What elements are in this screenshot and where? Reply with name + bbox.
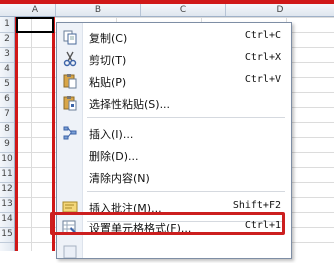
row-header[interactable]: 9 (0, 137, 14, 153)
menu-item-label: 清除内容(N) (89, 172, 150, 185)
row-header[interactable]: 5 (0, 77, 14, 93)
row-header[interactable]: 3 (0, 47, 14, 63)
cut-icon (63, 51, 77, 67)
highlight-annotation (50, 212, 285, 235)
row-header[interactable]: 1 (0, 17, 14, 33)
menu-item-shortcut: Ctrl+X (244, 52, 281, 63)
menu-item-label: 剪切(T) (89, 54, 127, 67)
insert-icon (63, 126, 77, 140)
column-header-bar: A B C D (0, 4, 334, 17)
menu-item-delete[interactable]: 删除(D)... (57, 144, 291, 166)
menu-item-label: 删除(D)... (89, 150, 139, 163)
active-cell[interactable] (16, 17, 54, 33)
menu-separator (87, 191, 285, 192)
menu-item-icon (63, 245, 77, 259)
menu-item-copy[interactable]: 复制(C) Ctrl+C (57, 26, 291, 48)
menu-item-paste[interactable]: 粘贴(P) Ctrl+V (57, 70, 291, 92)
column-header-c[interactable]: C (141, 4, 226, 16)
menu-item-clear-contents[interactable]: 清除内容(N) (57, 166, 291, 188)
menu-item-label: 插入(I)... (89, 128, 134, 141)
menu-item-label: 选择性粘贴(S)... (89, 98, 171, 111)
row-header[interactable]: 6 (0, 92, 14, 108)
menu-item-label: 粘贴(P) (89, 76, 127, 89)
row-header[interactable]: 12 (0, 182, 14, 198)
row-header[interactable]: 4 (0, 62, 14, 78)
column-header-d[interactable]: D (226, 4, 334, 16)
row-header[interactable]: 13 (0, 197, 14, 213)
row-header[interactable]: 14 (0, 212, 14, 228)
paste-icon (63, 74, 77, 89)
menu-item-label: 复制(C) (89, 32, 128, 45)
column-header-b[interactable]: B (56, 4, 141, 16)
row-header[interactable]: 15 (0, 227, 14, 243)
row-header[interactable]: 7 (0, 107, 14, 123)
menu-item-cut[interactable]: 剪切(T) Ctrl+X (57, 48, 291, 70)
menu-item-shortcut: Shift+F2 (232, 200, 281, 211)
row-header[interactable]: 8 (0, 122, 14, 138)
copy-icon (63, 30, 77, 45)
column-header-a[interactable]: A (15, 4, 56, 16)
row-header[interactable]: 10 (0, 152, 14, 168)
menu-item-shortcut: Ctrl+C (244, 30, 281, 41)
row-header[interactable]: 2 (0, 32, 14, 48)
row-header-bar: 1 2 3 4 5 6 7 8 9 10 11 12 13 14 15 (0, 17, 15, 251)
selected-column-outline (15, 17, 55, 251)
paste-special-icon (63, 96, 77, 111)
menu-item-cut-off[interactable] (57, 241, 291, 263)
menu-item-insert[interactable]: 插入(I)... (57, 122, 291, 144)
menu-item-shortcut: Ctrl+V (244, 74, 281, 85)
menu-separator (87, 117, 285, 118)
row-header[interactable]: 11 (0, 167, 14, 183)
menu-item-paste-special[interactable]: 选择性粘贴(S)... (57, 92, 291, 114)
